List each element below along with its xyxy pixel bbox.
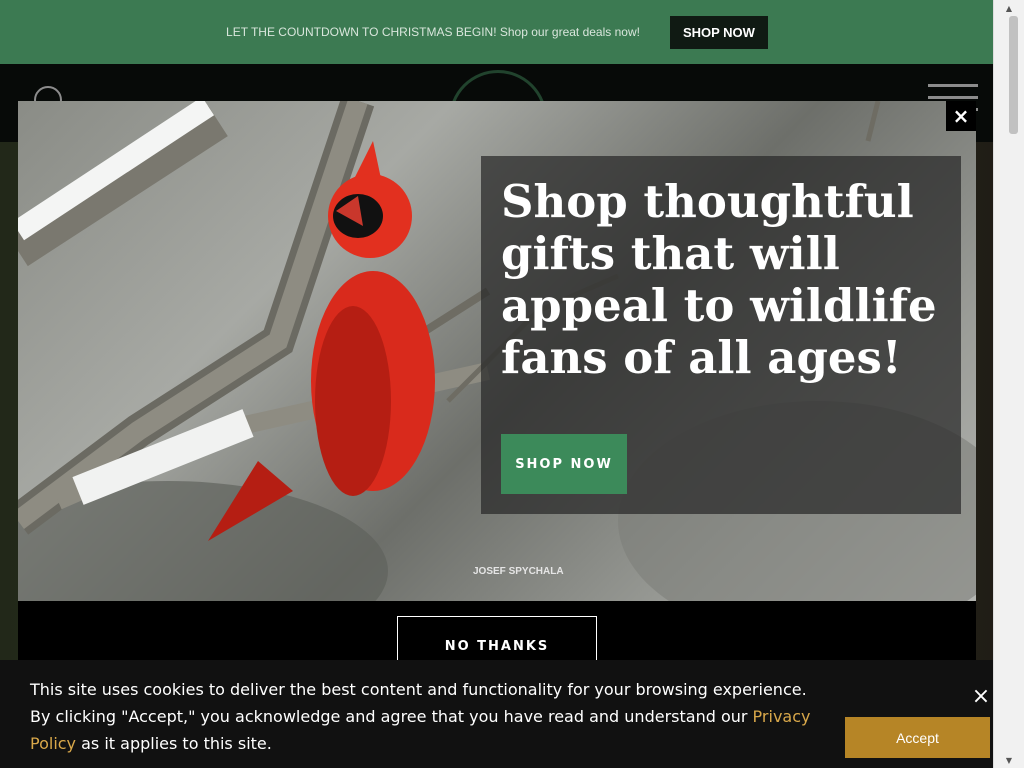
headline-panel: Shop thoughtful gifts that will appeal t… (481, 156, 961, 514)
scroll-down-icon[interactable]: ▼ (994, 752, 1024, 768)
scroll-up-icon[interactable]: ▲ (994, 0, 1024, 16)
scrollbar[interactable]: ▲ ▼ (993, 0, 1024, 768)
promo-shop-now-button[interactable]: SHOP NOW (669, 15, 768, 49)
cookie-banner: This site uses cookies to deliver the be… (0, 660, 1009, 768)
photo-credit: JOSEF SPYCHALA (473, 566, 564, 577)
cookie-message: This site uses cookies to deliver the be… (30, 676, 830, 757)
promo-banner: LET THE COUNTDOWN TO CHRISTMAS BEGIN! Sh… (0, 0, 994, 64)
scroll-thumb[interactable] (1009, 16, 1018, 134)
accept-button[interactable]: Accept (845, 717, 990, 758)
promo-text: LET THE COUNTDOWN TO CHRISTMAS BEGIN! Sh… (226, 25, 640, 39)
modal-shop-now-button[interactable]: SHOP NOW (501, 434, 627, 494)
close-icon[interactable]: × (946, 101, 976, 131)
cookie-close-icon[interactable]: × (967, 676, 995, 716)
modal-headline: Shop thoughtful gifts that will appeal t… (501, 175, 937, 384)
gift-modal: JOSEF SPYCHALA Shop thoughtful gifts tha… (18, 101, 976, 691)
cookie-text-before: This site uses cookies to deliver the be… (30, 680, 807, 726)
cookie-text-after: as it applies to this site. (76, 734, 272, 753)
cardinal-photo: JOSEF SPYCHALA Shop thoughtful gifts tha… (18, 101, 976, 601)
